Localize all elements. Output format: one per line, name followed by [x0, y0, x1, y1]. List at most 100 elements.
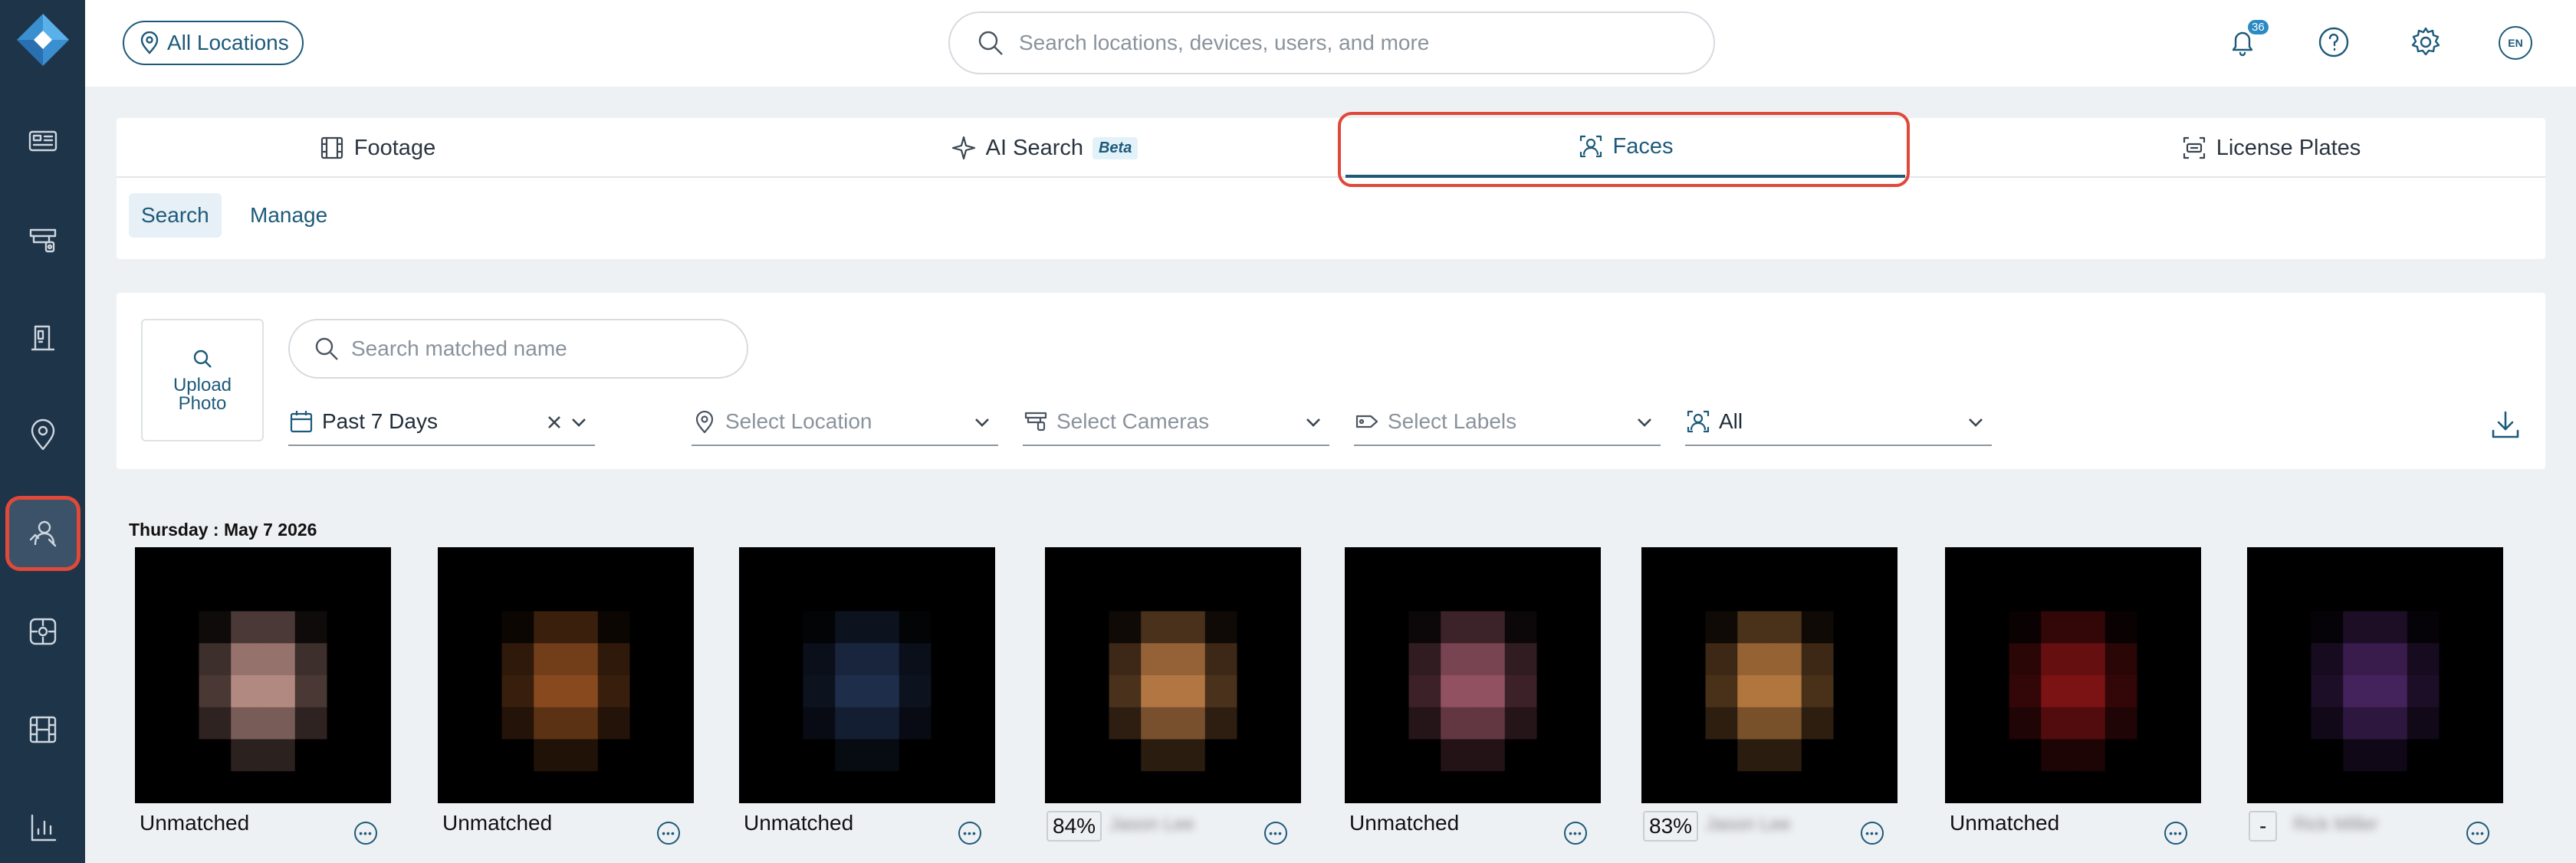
face-card-footer: Unmatched •••: [438, 803, 694, 849]
match-status-filter[interactable]: All: [1685, 399, 1992, 446]
sidebar-item-analytics[interactable]: [9, 794, 77, 861]
more-options-icon[interactable]: •••: [2466, 822, 2489, 845]
beta-badge: Beta: [1092, 136, 1138, 159]
labels-filter[interactable]: Select Labels: [1354, 399, 1661, 446]
global-search-input[interactable]: [1019, 31, 1678, 55]
more-options-icon[interactable]: •••: [958, 822, 981, 845]
face-card[interactable]: Unmatched •••: [438, 547, 694, 849]
pixelated-face-image: [739, 547, 995, 803]
match-score-badge: 84%: [1046, 811, 1102, 842]
face-card[interactable]: 83% Jason Lee •••: [1641, 547, 1898, 849]
location-pin-icon: [140, 31, 159, 54]
tabs-panel: Footage AI Search Beta Faces License Pla…: [117, 118, 2545, 259]
cameras-filter[interactable]: Select Cameras: [1023, 399, 1329, 446]
upload-photo-button[interactable]: Upload Photo: [141, 319, 264, 441]
bar-chart-icon: [31, 814, 57, 842]
tag-icon: [1355, 415, 1378, 428]
gear-icon: [2411, 27, 2440, 56]
matched-person-name: Rick Miller: [2293, 814, 2378, 835]
tab-license-plates-label: License Plates: [2216, 135, 2361, 160]
chevron-down-icon: [1638, 418, 1651, 427]
match-score-badge: -: [2249, 811, 2278, 842]
tab-footage[interactable]: Footage: [232, 118, 523, 178]
download-button[interactable]: [2489, 408, 2522, 441]
more-options-icon[interactable]: •••: [2164, 822, 2187, 845]
matched-name-input[interactable]: [351, 336, 734, 361]
pixelated-face-image: [438, 547, 694, 803]
help-button[interactable]: [2315, 23, 2353, 61]
language-selector[interactable]: EN: [2499, 26, 2532, 60]
tab-footage-label: Footage: [353, 135, 436, 160]
pixelated-face-image: [2247, 547, 2503, 803]
top-bar: All Locations 36 EN: [85, 0, 2576, 87]
license-plate-icon: [2183, 136, 2205, 159]
match-status-label: Unmatched: [1349, 811, 1460, 835]
subtab-search[interactable]: Search: [129, 193, 222, 238]
close-icon[interactable]: [546, 414, 563, 431]
sidebar-item-alerts[interactable]: [9, 598, 77, 665]
settings-button[interactable]: [2407, 23, 2445, 61]
sensor-icon: [29, 618, 57, 645]
location-filter[interactable]: Select Location: [692, 399, 998, 446]
camera-icon: [1024, 412, 1047, 432]
download-icon: [2492, 411, 2519, 438]
global-search-bar[interactable]: [948, 11, 1715, 74]
pixelated-face-image: [1045, 547, 1301, 803]
upload-label-line1: Upload: [172, 375, 232, 395]
sidebar-item-cameras[interactable]: [9, 205, 77, 273]
face-card[interactable]: Unmatched •••: [739, 547, 995, 849]
date-range-filter[interactable]: Past 7 Days: [288, 399, 595, 446]
matched-name-search[interactable]: [288, 319, 748, 379]
face-card[interactable]: Unmatched •••: [135, 547, 391, 849]
more-options-icon[interactable]: •••: [1861, 822, 1884, 845]
sparkle-icon: [951, 136, 975, 160]
search-icon: [978, 31, 1003, 55]
more-options-icon[interactable]: •••: [354, 822, 377, 845]
matched-person-name: Jason Lee: [1706, 814, 1791, 835]
face-card[interactable]: - Rick Miller •••: [2247, 547, 2503, 849]
date-range-value: Past 7 Days: [322, 409, 438, 433]
calendar-icon: [290, 411, 313, 433]
pixelated-face-image: [1641, 547, 1898, 803]
face-card-footer: 84% Jason Lee •••: [1045, 803, 1301, 849]
matched-person-name: Jason Lee: [1109, 814, 1194, 835]
tab-ai-search[interactable]: AI Search Beta: [899, 118, 1190, 178]
location-filter-placeholder: Select Location: [725, 409, 872, 433]
match-status-label: Unmatched: [442, 811, 553, 835]
face-card[interactable]: 84% Jason Lee •••: [1045, 547, 1301, 849]
sidebar-item-locations[interactable]: [9, 402, 77, 469]
all-locations-button[interactable]: All Locations: [123, 21, 304, 65]
face-thumbnail[interactable]: [1045, 547, 1301, 803]
match-status-label: Unmatched: [1950, 811, 2060, 835]
tab-ai-search-label: AI Search: [985, 135, 1083, 160]
more-options-icon[interactable]: •••: [1264, 822, 1287, 845]
face-thumbnail[interactable]: [2247, 547, 2503, 803]
tab-license-plates[interactable]: License Plates: [2110, 118, 2432, 178]
sidebar: [0, 0, 85, 863]
more-options-icon[interactable]: •••: [1564, 822, 1587, 845]
cameras-filter-placeholder: Select Cameras: [1056, 409, 1210, 433]
subtab-manage[interactable]: Manage: [238, 193, 340, 238]
film-icon: [29, 716, 57, 743]
dashboard-icon: [28, 130, 58, 152]
match-status-label: Unmatched: [744, 811, 854, 835]
face-thumbnail[interactable]: [739, 547, 995, 803]
sidebar-item-people[interactable]: [9, 500, 77, 567]
help-icon: [2318, 27, 2349, 57]
sidebar-item-dashboard[interactable]: [9, 107, 77, 175]
face-thumbnail[interactable]: [1641, 547, 1898, 803]
match-score-badge: 83%: [1643, 811, 1699, 842]
sidebar-item-access-control[interactable]: [9, 304, 77, 371]
film-icon: [320, 136, 343, 159]
app-logo[interactable]: [15, 12, 71, 67]
sidebar-item-footage[interactable]: [9, 696, 77, 763]
face-thumbnail[interactable]: [1945, 547, 2201, 803]
face-thumbnail[interactable]: [135, 547, 391, 803]
upload-label-line2: Photo: [178, 393, 227, 414]
face-card[interactable]: Unmatched •••: [1945, 547, 2201, 849]
more-options-icon[interactable]: •••: [657, 822, 680, 845]
face-card[interactable]: Unmatched •••: [1345, 547, 1601, 849]
face-thumbnail[interactable]: [438, 547, 694, 803]
face-thumbnail[interactable]: [1345, 547, 1601, 803]
notifications-button[interactable]: 36: [2223, 20, 2269, 61]
